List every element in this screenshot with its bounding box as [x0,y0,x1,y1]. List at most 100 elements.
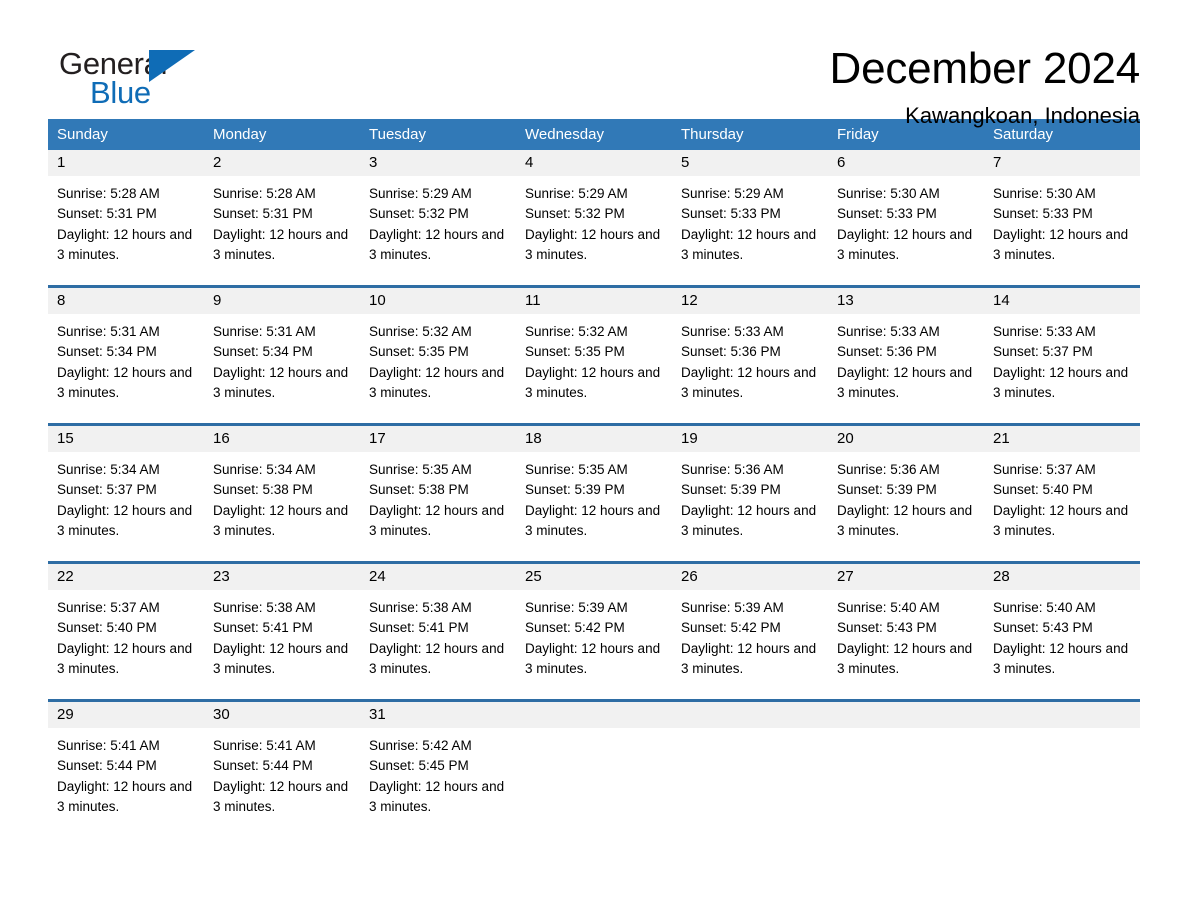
sunrise-text: Sunrise: 5:31 AM [57,324,160,339]
day-cell[interactable]: Sunrise: 5:32 AM Sunset: 5:35 PM Daylight:… [516,314,672,423]
day-cell[interactable]: Sunrise: 5:33 AM Sunset: 5:37 PM Daylight:… [984,314,1140,423]
daylight-text: Daylight: 12 hours and 3 minutes. [57,364,193,400]
sunrise-text: Sunrise: 5:38 AM [213,600,316,615]
day-number[interactable]: 17 [360,426,516,452]
day-detail-band: Sunrise: 5:31 AM Sunset: 5:34 PM Daylight:… [48,314,1140,423]
page-header: General Blue December 2024 Kawangkoan, I… [48,0,1140,128]
day-cell[interactable]: Sunrise: 5:39 AM Sunset: 5:42 PM Daylight:… [516,590,672,699]
day-number[interactable]: 19 [672,426,828,452]
sunset-text: Sunset: 5:33 PM [993,206,1093,222]
day-number[interactable]: 8 [48,288,204,314]
daylight-text: Daylight: 12 hours and 3 minutes. [681,640,817,676]
day-number[interactable]: 21 [984,426,1140,452]
day-cell[interactable]: Sunrise: 5:34 AM Sunset: 5:38 PM Daylight:… [204,452,360,561]
day-cell[interactable]: Sunrise: 5:29 AM Sunset: 5:32 PM Daylight:… [516,176,672,285]
day-cell[interactable]: Sunrise: 5:32 AM Sunset: 5:35 PM Daylight:… [360,314,516,423]
sunset-text: Sunset: 5:45 PM [369,758,469,774]
day-cell[interactable]: Sunrise: 5:35 AM Sunset: 5:38 PM Daylight:… [360,452,516,561]
day-number[interactable]: 12 [672,288,828,314]
day-number[interactable]: 13 [828,288,984,314]
sunset-text: Sunset: 5:32 PM [369,206,469,222]
daylight-text: Daylight: 12 hours and 3 minutes. [57,502,193,538]
day-number[interactable]: 15 [48,426,204,452]
day-number[interactable]: 31 [360,702,516,728]
day-number[interactable]: 25 [516,564,672,590]
day-number[interactable]: 29 [48,702,204,728]
day-cell[interactable]: Sunrise: 5:29 AM Sunset: 5:33 PM Daylight:… [672,176,828,285]
sunset-text: Sunset: 5:39 PM [837,482,937,498]
sunrise-text: Sunrise: 5:33 AM [993,324,1096,339]
sunrise-text: Sunrise: 5:29 AM [525,186,628,201]
day-cell[interactable]: Sunrise: 5:36 AM Sunset: 5:39 PM Daylight:… [828,452,984,561]
day-cell[interactable]: Sunrise: 5:29 AM Sunset: 5:32 PM Daylight:… [360,176,516,285]
day-cell[interactable]: Sunrise: 5:42 AM Sunset: 5:45 PM Daylight:… [360,728,516,837]
sunrise-text: Sunrise: 5:28 AM [213,186,316,201]
day-number[interactable]: 28 [984,564,1140,590]
calendar-table: Sunday Monday Tuesday Wednesday Thursday… [48,119,1140,837]
day-number[interactable]: 9 [204,288,360,314]
day-number[interactable]: 23 [204,564,360,590]
day-cell[interactable]: Sunrise: 5:40 AM Sunset: 5:43 PM Daylight:… [828,590,984,699]
day-number[interactable]: 2 [204,150,360,176]
day-number[interactable]: 22 [48,564,204,590]
daylight-text: Daylight: 12 hours and 3 minutes. [213,226,349,262]
calendar-week-row: 15 16 17 18 19 20 21 Sunrise: 5:34 AM Sunset: 5:… [48,423,1140,561]
day-number-empty [672,702,828,728]
day-cell[interactable]: Sunrise: 5:39 AM Sunset: 5:42 PM Daylight:… [672,590,828,699]
day-number[interactable]: 16 [204,426,360,452]
daylight-text: Daylight: 12 hours and 3 minutes. [369,364,505,400]
day-cell-empty [672,728,828,837]
daylight-text: Daylight: 12 hours and 3 minutes. [525,640,661,676]
day-cell[interactable]: Sunrise: 5:31 AM Sunset: 5:34 PM Daylight:… [204,314,360,423]
sunrise-text: Sunrise: 5:41 AM [57,738,160,753]
sunset-text: Sunset: 5:36 PM [681,344,781,360]
sunset-text: Sunset: 5:33 PM [837,206,937,222]
sunrise-text: Sunrise: 5:37 AM [993,462,1096,477]
day-number[interactable]: 27 [828,564,984,590]
sunset-text: Sunset: 5:32 PM [525,206,625,222]
day-cell-empty [984,728,1140,837]
sunset-text: Sunset: 5:37 PM [57,482,157,498]
day-cell[interactable]: Sunrise: 5:30 AM Sunset: 5:33 PM Daylight:… [828,176,984,285]
day-cell[interactable]: Sunrise: 5:40 AM Sunset: 5:43 PM Daylight:… [984,590,1140,699]
day-number[interactable]: 3 [360,150,516,176]
sunset-text: Sunset: 5:35 PM [525,344,625,360]
day-cell[interactable]: Sunrise: 5:31 AM Sunset: 5:34 PM Daylight:… [48,314,204,423]
day-cell[interactable]: Sunrise: 5:37 AM Sunset: 5:40 PM Daylight:… [48,590,204,699]
day-cell[interactable]: Sunrise: 5:35 AM Sunset: 5:39 PM Daylight:… [516,452,672,561]
daylight-text: Daylight: 12 hours and 3 minutes. [993,502,1129,538]
day-cell[interactable]: Sunrise: 5:41 AM Sunset: 5:44 PM Daylight:… [204,728,360,837]
day-cell[interactable]: Sunrise: 5:33 AM Sunset: 5:36 PM Daylight:… [828,314,984,423]
day-number[interactable]: 7 [984,150,1140,176]
day-cell[interactable]: Sunrise: 5:33 AM Sunset: 5:36 PM Daylight:… [672,314,828,423]
sunrise-text: Sunrise: 5:40 AM [837,600,940,615]
day-cell[interactable]: Sunrise: 5:28 AM Sunset: 5:31 PM Daylight:… [48,176,204,285]
day-cell[interactable]: Sunrise: 5:34 AM Sunset: 5:37 PM Daylight:… [48,452,204,561]
daylight-text: Daylight: 12 hours and 3 minutes. [681,364,817,400]
day-number[interactable]: 24 [360,564,516,590]
day-cell-empty [828,728,984,837]
day-number[interactable]: 14 [984,288,1140,314]
day-number[interactable]: 20 [828,426,984,452]
day-number[interactable]: 4 [516,150,672,176]
day-cell[interactable]: Sunrise: 5:30 AM Sunset: 5:33 PM Daylight:… [984,176,1140,285]
day-cell[interactable]: Sunrise: 5:38 AM Sunset: 5:41 PM Daylight:… [204,590,360,699]
day-cell[interactable]: Sunrise: 5:41 AM Sunset: 5:44 PM Daylight:… [48,728,204,837]
day-number[interactable]: 30 [204,702,360,728]
sunrise-text: Sunrise: 5:33 AM [837,324,940,339]
day-number-empty [828,702,984,728]
sunrise-text: Sunrise: 5:34 AM [57,462,160,477]
day-number[interactable]: 1 [48,150,204,176]
day-number[interactable]: 18 [516,426,672,452]
day-number[interactable]: 26 [672,564,828,590]
day-number[interactable]: 6 [828,150,984,176]
day-number[interactable]: 10 [360,288,516,314]
day-cell[interactable]: Sunrise: 5:37 AM Sunset: 5:40 PM Daylight:… [984,452,1140,561]
day-number-empty [516,702,672,728]
daylight-text: Daylight: 12 hours and 3 minutes. [525,226,661,262]
day-cell[interactable]: Sunrise: 5:36 AM Sunset: 5:39 PM Daylight:… [672,452,828,561]
day-number[interactable]: 5 [672,150,828,176]
day-cell[interactable]: Sunrise: 5:38 AM Sunset: 5:41 PM Daylight:… [360,590,516,699]
day-number[interactable]: 11 [516,288,672,314]
day-cell[interactable]: Sunrise: 5:28 AM Sunset: 5:31 PM Daylight:… [204,176,360,285]
